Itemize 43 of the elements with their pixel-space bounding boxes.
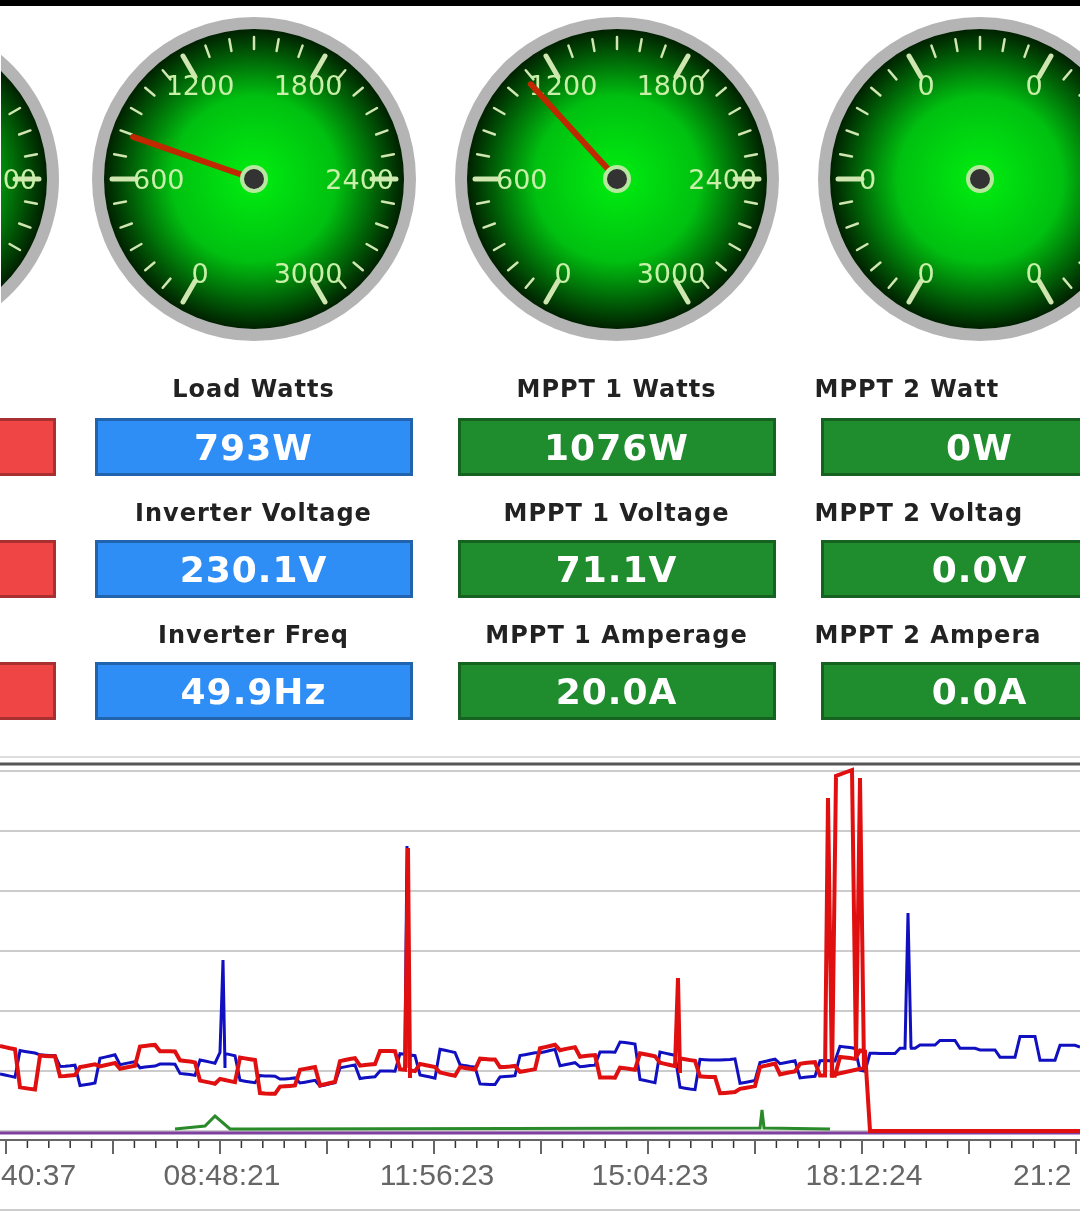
reading-value: 0W	[820, 418, 1080, 476]
gauge-scale-label: 3000	[636, 257, 705, 289]
reading-value: 0.0A	[820, 662, 1080, 720]
reading-value: 230.1V	[94, 540, 413, 598]
reading-value: 71.1V	[457, 540, 776, 598]
gauge-scale-label: 600	[495, 164, 548, 195]
gauge-hub	[602, 165, 631, 193]
gauge-scale-label: 0	[1024, 70, 1043, 102]
gauge-scale-label: 3000	[273, 257, 342, 289]
gauge-scale-label: 1800	[273, 70, 342, 102]
reading-title: MPPT 1 Voltage	[503, 498, 730, 528]
gauge-scale-label: 0	[858, 164, 876, 195]
gauge-scale-label: 0	[1024, 257, 1043, 289]
gauge-scale-label: 0	[916, 257, 935, 289]
reading-title: MPPT 2 Ampera	[814, 620, 1042, 650]
reading-value: 20.0A	[457, 662, 776, 720]
gauge-scale-label: 600	[132, 164, 185, 195]
reading-title: Inverter Voltage	[135, 498, 372, 528]
reading-title: Inverter Freq	[158, 620, 349, 650]
gauge-hub	[965, 165, 994, 193]
gauge-scale-label: 0	[553, 257, 572, 289]
reading-title: Load Watts	[172, 374, 335, 404]
gauge-scale-label: 0	[916, 70, 935, 102]
gauge-scale-label: 2400	[324, 164, 394, 195]
gauge-scale-label: 1200	[165, 70, 234, 102]
reading-value: 793W	[94, 418, 413, 476]
reading-value: 1076W	[457, 418, 776, 476]
reading-title: MPPT 2 Watt	[814, 374, 1000, 404]
time-axis-label: 40:37	[1, 1158, 77, 1191]
time-axis-label: 18:12:24	[805, 1158, 923, 1191]
gauge-scale-label: 1800	[636, 70, 705, 102]
gauge-scale-label: 0	[190, 257, 209, 289]
reading-title: MPPT 1 Amperage	[485, 620, 748, 650]
reading-title: MPPT 2 Voltag	[814, 498, 1024, 528]
time-axis-label: 21:2	[1013, 1158, 1072, 1191]
reading-value: 0.0V	[820, 540, 1080, 598]
gauge-hub	[239, 165, 268, 193]
time-axis-label: 15:04:23	[591, 1158, 709, 1191]
reading-title: MPPT 1 Watts	[516, 374, 717, 404]
reading-value: 49.9Hz	[94, 662, 413, 720]
time-axis-label: 08:48:21	[163, 1158, 281, 1191]
time-axis-label: 11:56:23	[379, 1158, 495, 1191]
gauge-scale-label: 2400	[687, 164, 757, 195]
